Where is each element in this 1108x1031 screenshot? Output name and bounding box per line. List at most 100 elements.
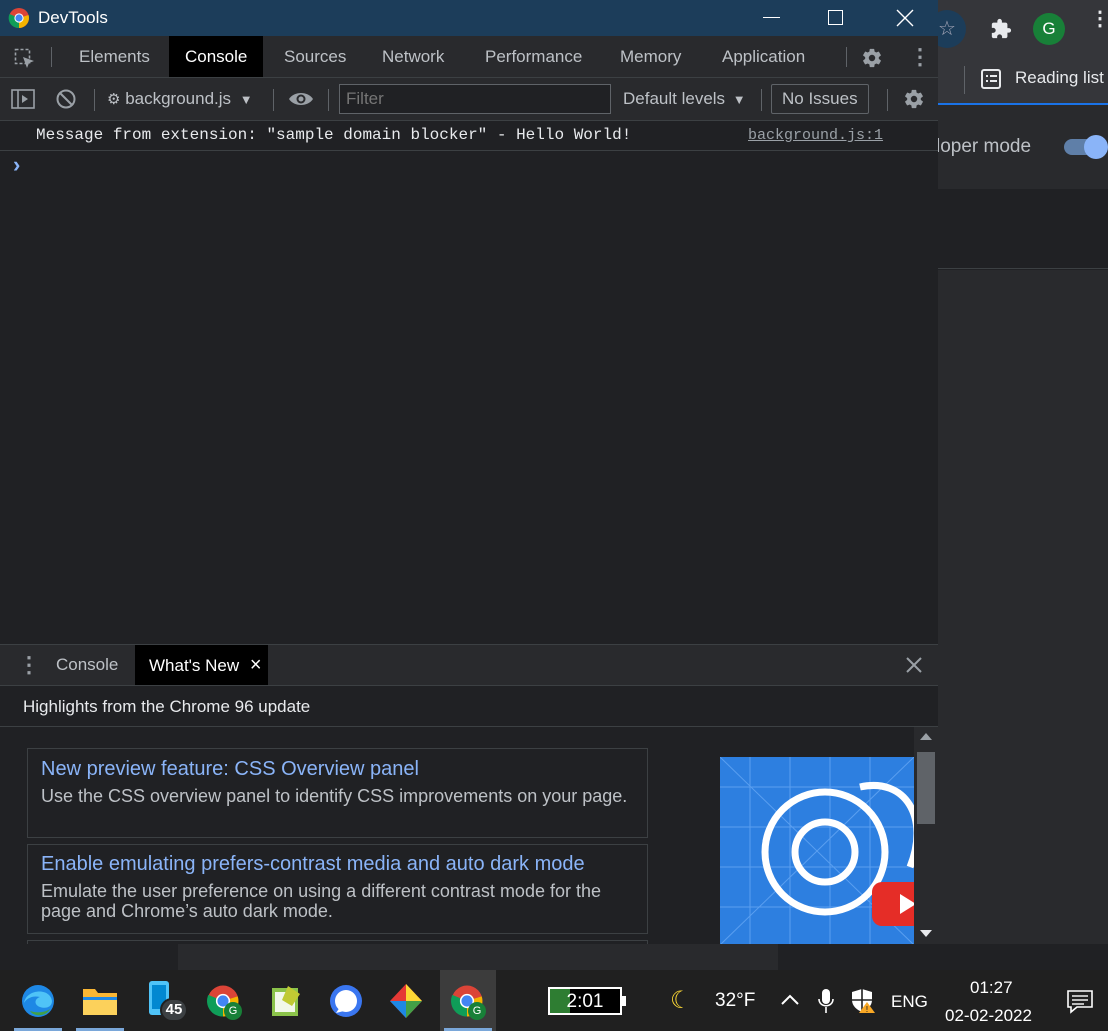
divider <box>846 47 847 67</box>
chrome-96-video-thumbnail[interactable] <box>720 757 914 945</box>
taskbar-edge[interactable] <box>10 970 66 1031</box>
browser-menu-icon[interactable]: ⋮ <box>1090 9 1108 29</box>
show-hidden-icons-chevron-up-icon[interactable] <box>780 994 800 1006</box>
live-expression-eye-icon[interactable] <box>288 89 314 109</box>
tab-elements[interactable]: Elements <box>63 36 166 77</box>
tab-sources[interactable]: Sources <box>268 36 362 77</box>
gear-icon: ⚙ <box>107 91 121 108</box>
taskbar-chrome-active[interactable]: G <box>440 970 496 1031</box>
close-window-button[interactable] <box>882 0 928 36</box>
tab-close-icon[interactable]: × <box>250 654 262 676</box>
profile-avatar[interactable]: G <box>1033 13 1065 45</box>
inspect-element-icon[interactable] <box>14 48 36 70</box>
taskbar-chrome-profile[interactable]: G <box>196 970 252 1031</box>
folder-icon <box>83 989 117 1015</box>
console-output[interactable]: Message from extension: "sample domain b… <box>0 121 938 644</box>
divider <box>964 66 965 94</box>
settings-gear-icon[interactable] <box>861 47 883 69</box>
reading-list-label[interactable]: Reading list <box>1015 68 1104 88</box>
developer-mode-toggle[interactable] <box>1064 135 1108 159</box>
battery-widget[interactable]: 2:01 <box>548 987 626 1015</box>
tab-network[interactable]: Network <box>366 36 460 77</box>
tab-memory[interactable]: Memory <box>604 36 697 77</box>
log-levels-label: Default levels <box>623 89 726 108</box>
profile-badge: G <box>468 1002 486 1020</box>
windows-taskbar: 45 G G 2:01 ☾ 32°F ! ENG 01:27 02-02-202… <box>0 970 1108 1031</box>
extensions-puzzle-icon[interactable] <box>990 18 1012 40</box>
feature-title[interactable]: New preview feature: CSS Overview panel <box>41 758 419 781</box>
drawer-scrollbar[interactable] <box>914 727 938 945</box>
close-icon <box>896 9 914 27</box>
security-shield-icon[interactable]: ! <box>850 988 876 1014</box>
taskbar-signal-app[interactable] <box>318 970 374 1031</box>
filter-input[interactable] <box>339 84 611 114</box>
window-title: DevTools <box>38 8 108 27</box>
clock-date[interactable]: 02-02-2022 <box>945 1006 1032 1026</box>
drawer-tab-console[interactable]: Console <box>40 645 134 685</box>
microphone-icon[interactable] <box>818 988 834 1014</box>
console-settings-gear-icon[interactable] <box>903 88 925 110</box>
feature-description: Emulate the user preference on using a d… <box>41 881 601 921</box>
battery-tip <box>622 996 626 1006</box>
context-label: background.js <box>125 89 232 108</box>
chat-bubble-icon <box>330 985 362 1017</box>
maximize-icon <box>828 10 843 25</box>
browser-toolbar: ☆ G ⋮ <box>928 0 1108 58</box>
whats-new-heading: Highlights from the Chrome 96 update <box>23 697 311 716</box>
scroll-up-arrow-icon[interactable] <box>920 733 932 740</box>
taskbar-notepad-app[interactable] <box>258 970 314 1031</box>
tab-performance[interactable]: Performance <box>469 36 598 77</box>
minimize-button[interactable] <box>750 0 796 36</box>
whats-new-content[interactable]: New preview feature: CSS Overview panel … <box>0 727 914 945</box>
temperature-label[interactable]: 32°F <box>715 990 755 1012</box>
scrollbar-thumb[interactable] <box>917 752 935 824</box>
tab-application[interactable]: Application <box>706 36 821 77</box>
chevron-down-icon: ▼ <box>239 92 253 107</box>
notepad-icon <box>272 986 300 1016</box>
console-message-text: Message from extension: "sample domain b… <box>36 126 632 144</box>
maximize-button[interactable] <box>812 0 858 36</box>
feature-description: Use the CSS overview panel to identify C… <box>41 786 628 806</box>
divider <box>328 89 329 111</box>
drawer-tab-whats-new[interactable]: What's New × <box>135 645 268 685</box>
background-window-bottom <box>0 944 1108 970</box>
edge-icon <box>22 985 54 1017</box>
tab-console[interactable]: Console <box>169 36 264 77</box>
feature-title[interactable]: Enable emulating prefers-contrast media … <box>41 853 585 876</box>
extensions-subheader <box>938 189 1108 269</box>
issues-button[interactable]: No Issues <box>771 84 869 114</box>
video-thumbnail-graphic <box>720 757 914 945</box>
more-options-icon[interactable]: ⋮ <box>909 46 931 68</box>
window-titlebar[interactable]: DevTools <box>0 0 938 36</box>
context-selector[interactable]: ⚙ background.js ▼ <box>107 89 253 111</box>
drawer-tab-label: What's New <box>149 656 240 675</box>
notifications-icon[interactable] <box>1067 990 1093 1014</box>
log-levels-dropdown[interactable]: Default levels ▼ <box>623 89 746 109</box>
feature-card[interactable]: New preview feature: CSS Overview panel … <box>27 748 648 838</box>
close-drawer-icon[interactable] <box>906 657 922 673</box>
taskbar-file-explorer[interactable] <box>72 970 128 1031</box>
console-prompt[interactable]: › <box>0 152 938 178</box>
taskbar-puzzle-app[interactable] <box>378 970 434 1031</box>
clock-time[interactable]: 01:27 <box>970 978 1013 998</box>
devtools-drawer: ⋮ Console What's New × Highlights from t… <box>0 644 938 945</box>
feature-card[interactable]: Enable emulating prefers-contrast media … <box>27 844 648 934</box>
show-sidebar-icon[interactable] <box>11 88 35 110</box>
divider <box>887 89 888 111</box>
clear-console-icon[interactable] <box>55 88 77 110</box>
reading-list-icon[interactable] <box>980 68 1002 90</box>
divider <box>273 89 274 111</box>
extensions-body <box>938 270 1108 970</box>
kite-icon <box>390 984 422 1018</box>
console-source-link[interactable]: background.js:1 <box>748 127 883 144</box>
divider <box>94 89 95 111</box>
drawer-menu-icon[interactable]: ⋮ <box>18 654 40 676</box>
console-toolbar: ⚙ background.js ▼ Default levels ▼ No Is… <box>0 78 938 121</box>
scroll-down-arrow-icon[interactable] <box>920 930 932 937</box>
taskbar-phone-app[interactable]: 45 <box>134 970 190 1031</box>
drawer-tab-bar: ⋮ Console What's New × <box>0 645 938 686</box>
background-chrome-window: ☆ G ⋮ Reading list loper mode <box>928 0 1108 970</box>
background-panel <box>178 944 778 970</box>
moon-weather-icon[interactable]: ☾ <box>670 986 692 1015</box>
language-indicator[interactable]: ENG <box>891 992 928 1012</box>
